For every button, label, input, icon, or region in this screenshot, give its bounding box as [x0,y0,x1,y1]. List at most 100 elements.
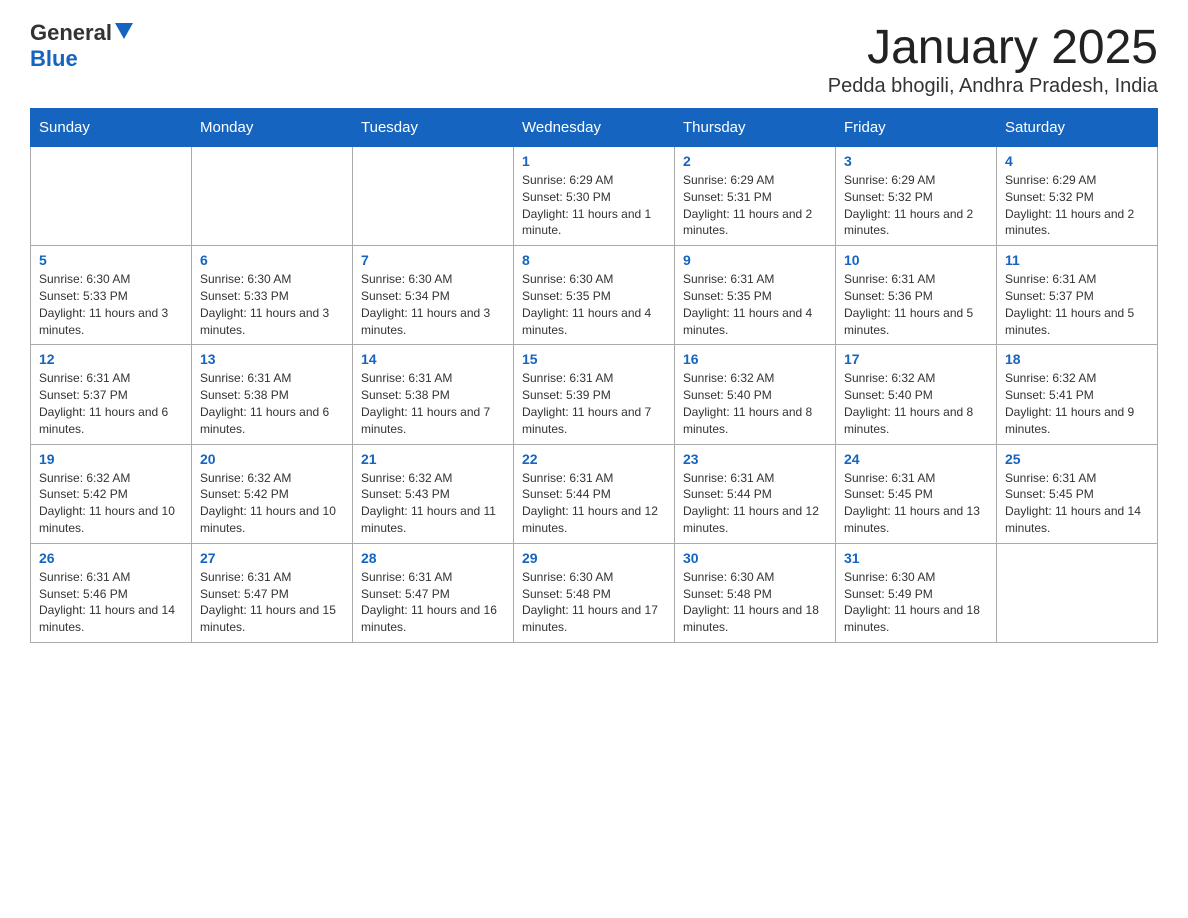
page-title: January 2025 [828,20,1158,75]
day-info: Sunrise: 6:30 AM Sunset: 5:33 PM Dayligh… [200,271,344,338]
calendar-cell: 8Sunrise: 6:30 AM Sunset: 5:35 PM Daylig… [514,246,675,345]
day-number: 26 [39,550,183,566]
day-number: 22 [522,451,666,467]
day-number: 3 [844,153,988,169]
day-info: Sunrise: 6:31 AM Sunset: 5:47 PM Dayligh… [361,569,505,636]
day-number: 24 [844,451,988,467]
calendar-cell: 3Sunrise: 6:29 AM Sunset: 5:32 PM Daylig… [836,147,997,246]
day-number: 7 [361,252,505,268]
day-of-week-header: Wednesday [514,109,675,147]
calendar-week-row: 1 Sunrise: 6:29 AM Sunset: 5:30 PM Daylig… [31,147,1158,246]
day-number: 15 [522,351,666,367]
calendar-cell: 6 Sunrise: 6:30 AM Sunset: 5:33 PM Daylig… [192,246,353,345]
calendar-cell [192,147,353,246]
calendar-cell: 1 Sunrise: 6:29 AM Sunset: 5:30 PM Daylig… [514,147,675,246]
day-number: 6 [200,252,344,268]
day-info: Sunrise: 6:31 AM Sunset: 5:37 PM Dayligh… [39,370,183,437]
day-info: Sunrise: 6:32 AM Sunset: 5:40 PM Dayligh… [844,370,988,437]
logo: General Blue [30,20,133,72]
day-number: 30 [683,550,827,566]
logo-blue-text: Blue [30,46,78,72]
day-info: Sunrise: 6:32 AM Sunset: 5:42 PM Dayligh… [39,470,183,537]
calendar-cell: 17 Sunrise: 6:32 AM Sunset: 5:40 PM Dayli… [836,345,997,444]
day-of-week-header: Tuesday [353,109,514,147]
day-number: 29 [522,550,666,566]
day-info: Sunrise: 6:31 AM Sunset: 5:37 PM Dayligh… [1005,271,1149,338]
day-info: Sunrise: 6:31 AM Sunset: 5:44 PM Dayligh… [522,470,666,537]
day-number: 21 [361,451,505,467]
calendar-cell: 26 Sunrise: 6:31 AM Sunset: 5:46 PM Dayli… [31,543,192,642]
day-number: 4 [1005,153,1149,169]
day-number: 2 [683,153,827,169]
calendar-cell: 25 Sunrise: 6:31 AM Sunset: 5:45 PM Dayli… [997,444,1158,543]
day-number: 1 [522,153,666,169]
calendar-cell: 11Sunrise: 6:31 AM Sunset: 5:37 PM Dayli… [997,246,1158,345]
calendar-cell: 7Sunrise: 6:30 AM Sunset: 5:34 PM Daylig… [353,246,514,345]
calendar-cell: 10Sunrise: 6:31 AM Sunset: 5:36 PM Dayli… [836,246,997,345]
day-number: 16 [683,351,827,367]
day-info: Sunrise: 6:31 AM Sunset: 5:38 PM Dayligh… [200,370,344,437]
day-number: 19 [39,451,183,467]
day-number: 25 [1005,451,1149,467]
day-info: Sunrise: 6:31 AM Sunset: 5:44 PM Dayligh… [683,470,827,537]
day-info: Sunrise: 6:31 AM Sunset: 5:45 PM Dayligh… [844,470,988,537]
day-number: 28 [361,550,505,566]
day-info: Sunrise: 6:31 AM Sunset: 5:45 PM Dayligh… [1005,470,1149,537]
calendar-table: SundayMondayTuesdayWednesdayThursdayFrid… [30,108,1158,643]
calendar-cell: 22 Sunrise: 6:31 AM Sunset: 5:44 PM Dayli… [514,444,675,543]
day-info: Sunrise: 6:31 AM Sunset: 5:39 PM Dayligh… [522,370,666,437]
day-number: 20 [200,451,344,467]
calendar-cell: 15 Sunrise: 6:31 AM Sunset: 5:39 PM Dayli… [514,345,675,444]
page-header: General Blue January 2025 Pedda bhogili,… [30,20,1158,98]
calendar-cell [31,147,192,246]
day-of-week-header: Monday [192,109,353,147]
day-info: Sunrise: 6:30 AM Sunset: 5:48 PM Dayligh… [683,569,827,636]
day-number: 23 [683,451,827,467]
calendar-cell: 29 Sunrise: 6:30 AM Sunset: 5:48 PM Dayli… [514,543,675,642]
day-number: 14 [361,351,505,367]
day-number: 17 [844,351,988,367]
days-of-week-row: SundayMondayTuesdayWednesdayThursdayFrid… [31,109,1158,147]
day-info: Sunrise: 6:31 AM Sunset: 5:47 PM Dayligh… [200,569,344,636]
day-number: 18 [1005,351,1149,367]
calendar-cell: 18 Sunrise: 6:32 AM Sunset: 5:41 PM Dayli… [997,345,1158,444]
day-info: Sunrise: 6:30 AM Sunset: 5:48 PM Dayligh… [522,569,666,636]
logo-triangle-icon [115,23,133,44]
day-info: Sunrise: 6:29 AM Sunset: 5:31 PM Dayligh… [683,172,827,239]
calendar-body: 1 Sunrise: 6:29 AM Sunset: 5:30 PM Daylig… [31,147,1158,643]
day-of-week-header: Thursday [675,109,836,147]
day-info: Sunrise: 6:30 AM Sunset: 5:33 PM Dayligh… [39,271,183,338]
day-info: Sunrise: 6:31 AM Sunset: 5:38 PM Dayligh… [361,370,505,437]
title-block: January 2025 Pedda bhogili, Andhra Prade… [828,20,1158,98]
day-info: Sunrise: 6:31 AM Sunset: 5:35 PM Dayligh… [683,271,827,338]
calendar-cell: 14 Sunrise: 6:31 AM Sunset: 5:38 PM Dayli… [353,345,514,444]
day-number: 12 [39,351,183,367]
day-info: Sunrise: 6:30 AM Sunset: 5:49 PM Dayligh… [844,569,988,636]
day-of-week-header: Sunday [31,109,192,147]
day-info: Sunrise: 6:29 AM Sunset: 5:32 PM Dayligh… [1005,172,1149,239]
calendar-cell: 2 Sunrise: 6:29 AM Sunset: 5:31 PM Daylig… [675,147,836,246]
calendar-header: SundayMondayTuesdayWednesdayThursdayFrid… [31,109,1158,147]
page-subtitle: Pedda bhogili, Andhra Pradesh, India [828,75,1158,98]
day-number: 9 [683,252,827,268]
calendar-week-row: 26 Sunrise: 6:31 AM Sunset: 5:46 PM Dayli… [31,543,1158,642]
calendar-cell: 23 Sunrise: 6:31 AM Sunset: 5:44 PM Dayli… [675,444,836,543]
calendar-cell: 5 Sunrise: 6:30 AM Sunset: 5:33 PM Daylig… [31,246,192,345]
calendar-cell: 30 Sunrise: 6:30 AM Sunset: 5:48 PM Dayli… [675,543,836,642]
day-number: 5 [39,252,183,268]
calendar-cell: 21Sunrise: 6:32 AM Sunset: 5:43 PM Dayli… [353,444,514,543]
calendar-week-row: 5 Sunrise: 6:30 AM Sunset: 5:33 PM Daylig… [31,246,1158,345]
calendar-cell: 24 Sunrise: 6:31 AM Sunset: 5:45 PM Dayli… [836,444,997,543]
day-info: Sunrise: 6:32 AM Sunset: 5:42 PM Dayligh… [200,470,344,537]
calendar-cell: 16Sunrise: 6:32 AM Sunset: 5:40 PM Dayli… [675,345,836,444]
calendar-cell: 9 Sunrise: 6:31 AM Sunset: 5:35 PM Daylig… [675,246,836,345]
day-info: Sunrise: 6:31 AM Sunset: 5:46 PM Dayligh… [39,569,183,636]
calendar-cell: 31Sunrise: 6:30 AM Sunset: 5:49 PM Dayli… [836,543,997,642]
calendar-cell [353,147,514,246]
day-of-week-header: Saturday [997,109,1158,147]
day-info: Sunrise: 6:32 AM Sunset: 5:41 PM Dayligh… [1005,370,1149,437]
day-number: 8 [522,252,666,268]
calendar-cell: 27Sunrise: 6:31 AM Sunset: 5:47 PM Dayli… [192,543,353,642]
day-info: Sunrise: 6:29 AM Sunset: 5:30 PM Dayligh… [522,172,666,239]
calendar-cell: 4 Sunrise: 6:29 AM Sunset: 5:32 PM Daylig… [997,147,1158,246]
